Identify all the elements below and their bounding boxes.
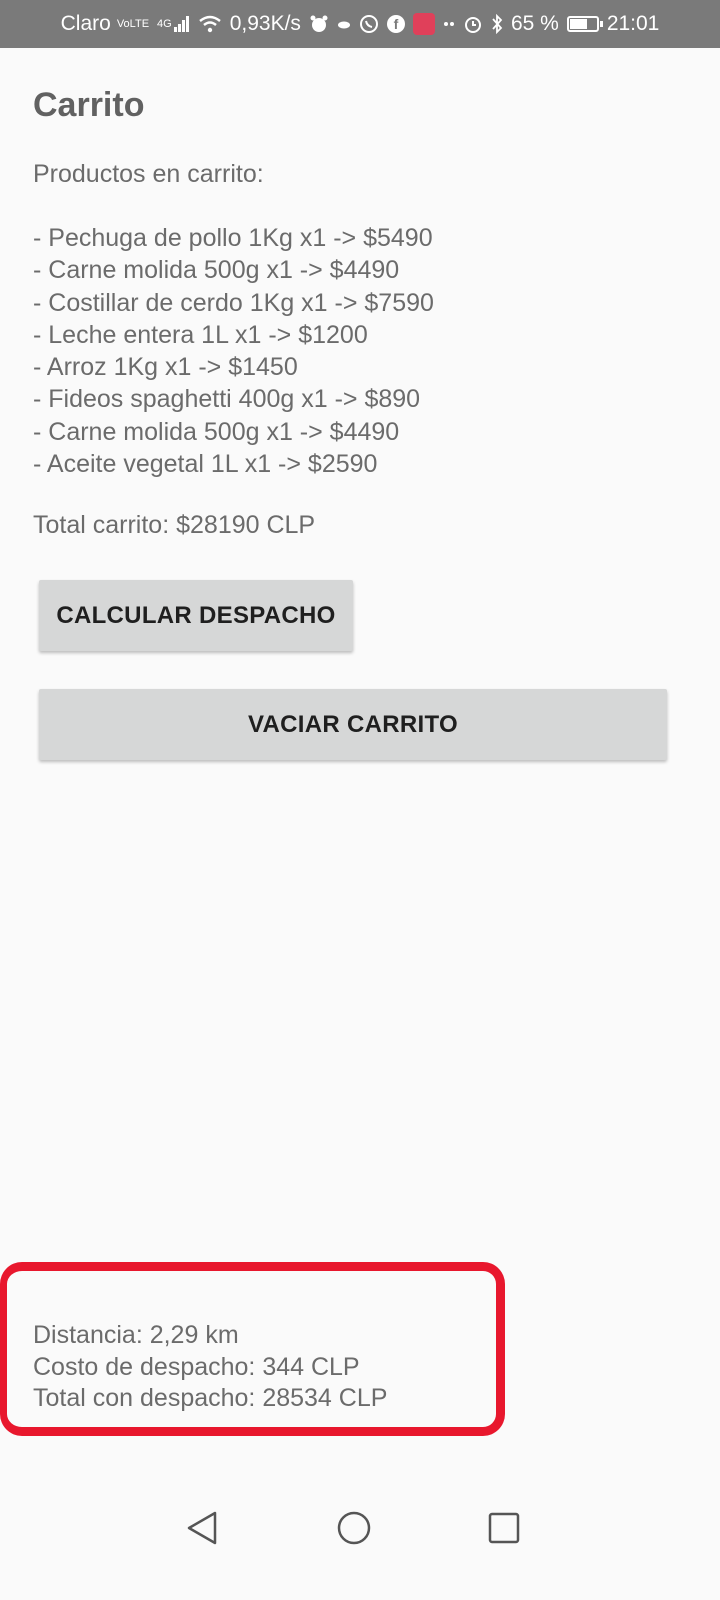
list-item: - Costillar de cerdo 1Kg x1 -> $7590 — [33, 288, 434, 317]
empty-cart-button[interactable]: VACIAR CARRITO — [39, 689, 667, 760]
shipping-summary: Distancia: 2,29 km Costo de despacho: 34… — [33, 1320, 387, 1415]
products-heading: Productos en carrito: — [33, 160, 264, 188]
list-item: - Pechuga de pollo 1Kg x1 -> $5490 — [33, 224, 433, 252]
list-item: - Arroz 1Kg x1 -> $1450 — [33, 353, 298, 382]
carrier-label: Claro — [60, 12, 111, 35]
navigation-bar — [0, 1490, 720, 1600]
list-item: - Leche entera 1L x1 -> $1200 — [33, 320, 368, 349]
grand-total: Total con despacho: 28534 CLP — [33, 1384, 388, 1412]
calculate-shipping-button[interactable]: CALCULAR DESPACHO — [39, 580, 353, 651]
signal-icon: 4G — [155, 16, 190, 32]
home-icon[interactable] — [334, 1508, 374, 1548]
shipping-cost: Costo de despacho: 344 CLP — [33, 1352, 360, 1381]
list-item: - Carne molida 500g x1 -> $4490 — [33, 417, 400, 446]
volte-icon: Vo LTE — [116, 18, 150, 30]
clock: 21:01 — [606, 12, 660, 35]
facebook-icon: f — [386, 15, 405, 33]
list-item: - Aceite vegetal 1L x1 -> $2590 — [33, 450, 378, 479]
cart-total: Total carrito: $28190 CLP — [33, 511, 316, 539]
shopping-app-icon — [412, 13, 435, 35]
shipping-distance: Distancia: 2,29 km — [33, 1321, 239, 1349]
battery-percent: 65 % — [510, 12, 559, 35]
list-item: - Fideos spaghetti 400g x1 -> $890 — [33, 385, 421, 414]
alarm-app-icon — [309, 14, 329, 34]
cart-items-list: - Pechuga de pollo 1Kg x1 -> $5490 - Car… — [33, 222, 434, 480]
bluetooth-icon — [491, 14, 503, 34]
list-item: - Carne molida 500g x1 -> $4490 — [33, 256, 400, 285]
more-dots-icon — [443, 21, 455, 27]
wifi-icon — [198, 15, 222, 33]
network-speed: 0,93K/s — [229, 12, 301, 35]
recents-icon[interactable] — [484, 1508, 524, 1548]
status-bar: Claro Vo LTE 4G 0,93K/s f 65 % 21:01 — [0, 0, 720, 48]
alarm-icon — [463, 14, 483, 34]
battery-icon — [566, 16, 603, 32]
cloud-icon — [337, 19, 351, 29]
page-title: Carrito — [33, 86, 145, 124]
whatsapp-icon — [359, 14, 379, 34]
back-icon[interactable] — [182, 1508, 222, 1548]
